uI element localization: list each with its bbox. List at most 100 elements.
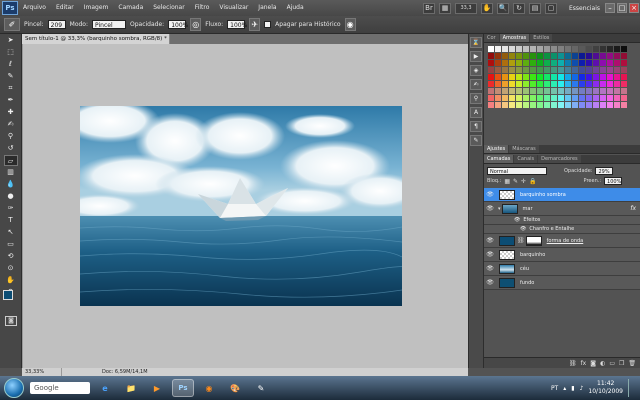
- color-swatch[interactable]: [600, 67, 606, 73]
- visibility-eye-icon[interactable]: 👁: [484, 265, 496, 272]
- color-swatch[interactable]: [593, 81, 599, 87]
- healing-brush-tool-icon[interactable]: ✚: [4, 107, 18, 118]
- color-swatch[interactable]: [614, 53, 620, 59]
- crop-tool-icon[interactable]: ⌗: [4, 83, 18, 94]
- close-button[interactable]: ×: [629, 3, 639, 13]
- minimize-button[interactable]: –: [605, 3, 615, 13]
- color-swatch[interactable]: [565, 74, 571, 80]
- color-swatch[interactable]: [530, 60, 536, 66]
- color-swatch[interactable]: [600, 81, 606, 87]
- color-swatch[interactable]: [579, 88, 585, 94]
- color-swatch[interactable]: [565, 60, 571, 66]
- color-swatch[interactable]: [509, 67, 515, 73]
- color-swatch[interactable]: [579, 46, 585, 52]
- history-brush-tool-icon[interactable]: ↺: [4, 143, 18, 154]
- color-swatch[interactable]: [614, 81, 620, 87]
- color-swatch[interactable]: [600, 88, 606, 94]
- google-search-box[interactable]: Google: [30, 382, 90, 394]
- color-swatch[interactable]: [614, 60, 620, 66]
- color-swatch[interactable]: [530, 81, 536, 87]
- hand-tool-icon-2[interactable]: ✋: [4, 275, 18, 286]
- color-swatch[interactable]: [551, 67, 557, 73]
- color-swatch[interactable]: [509, 74, 515, 80]
- media-player-taskbar-icon[interactable]: ▶: [146, 379, 168, 397]
- color-swatch[interactable]: [537, 74, 543, 80]
- color-swatch[interactable]: [621, 88, 627, 94]
- fill-field[interactable]: 100%: [604, 177, 623, 185]
- color-swatch[interactable]: [530, 102, 536, 108]
- color-swatch[interactable]: [509, 53, 515, 59]
- dodge-tool-icon[interactable]: ●: [4, 191, 18, 202]
- color-swatch[interactable]: [537, 95, 543, 101]
- bridge-icon[interactable]: Br: [423, 2, 436, 14]
- color-swatch[interactable]: [502, 95, 508, 101]
- blend-mode-select[interactable]: Normal: [487, 167, 547, 175]
- color-swatch[interactable]: [516, 46, 522, 52]
- color-swatch[interactable]: [600, 95, 606, 101]
- color-swatch[interactable]: [572, 81, 578, 87]
- color-swatch[interactable]: [551, 95, 557, 101]
- visibility-eye-icon[interactable]: 👁: [484, 191, 496, 198]
- effects-row[interactable]: 👁 Efeitos: [484, 216, 640, 225]
- color-swatch[interactable]: [586, 46, 592, 52]
- color-swatch[interactable]: [488, 95, 494, 101]
- color-swatch[interactable]: [593, 88, 599, 94]
- pressure-size-icon[interactable]: ◉: [344, 18, 356, 31]
- color-swatch[interactable]: [621, 46, 627, 52]
- color-swatch[interactable]: [530, 74, 536, 80]
- color-swatch[interactable]: [614, 67, 620, 73]
- color-swatch[interactable]: [495, 95, 501, 101]
- quick-mask-icon[interactable]: ◙: [5, 316, 17, 326]
- color-swatch[interactable]: [593, 53, 599, 59]
- color-swatch[interactable]: [544, 46, 550, 52]
- color-swatch[interactable]: [614, 102, 620, 108]
- color-swatch[interactable]: [523, 67, 529, 73]
- color-swatch[interactable]: [614, 46, 620, 52]
- color-swatch[interactable]: [600, 74, 606, 80]
- clone-source-panel-icon[interactable]: ⚲: [470, 93, 482, 104]
- 3d-orbit-tool-icon[interactable]: ⊙: [4, 263, 18, 274]
- color-swatch[interactable]: [544, 74, 550, 80]
- color-swatch[interactable]: [600, 46, 606, 52]
- color-swatch[interactable]: [621, 81, 627, 87]
- color-swatch[interactable]: [572, 67, 578, 73]
- color-swatch[interactable]: [488, 53, 494, 59]
- volume-icon[interactable]: ♪: [580, 385, 584, 392]
- lock-transparency-icon[interactable]: ▦: [504, 178, 510, 185]
- eyedropper-tool-icon[interactable]: ✒: [4, 95, 18, 106]
- layer-forma-de-onda[interactable]: 👁 ⛓ forma de onda: [484, 234, 640, 248]
- tab-mascaras[interactable]: Máscaras: [509, 145, 539, 153]
- color-swatch[interactable]: [607, 53, 613, 59]
- move-tool-icon[interactable]: ➤: [4, 35, 18, 46]
- path-selection-tool-icon[interactable]: ↖: [4, 227, 18, 238]
- layer-ceu[interactable]: 👁 céu: [484, 262, 640, 276]
- menu-janela[interactable]: Janela: [253, 0, 281, 16]
- arrange-documents-icon[interactable]: ▤: [529, 2, 542, 14]
- delete-layer-icon[interactable]: 🗑: [628, 360, 636, 367]
- color-swatch[interactable]: [614, 74, 620, 80]
- adjustment-layer-icon[interactable]: ◐: [600, 360, 605, 367]
- menu-imagem[interactable]: Imagem: [79, 0, 114, 16]
- color-swatch[interactable]: [530, 95, 536, 101]
- color-swatch[interactable]: [558, 74, 564, 80]
- color-swatch[interactable]: [565, 81, 571, 87]
- mask-link-icon[interactable]: ⛓: [517, 237, 525, 244]
- color-swatch[interactable]: [572, 88, 578, 94]
- status-zoom[interactable]: 33,33%: [22, 368, 62, 376]
- eraser-tool-preset-icon[interactable]: ✐: [4, 18, 20, 31]
- color-swatch[interactable]: [614, 88, 620, 94]
- color-swatch[interactable]: [537, 88, 543, 94]
- color-swatch[interactable]: [621, 102, 627, 108]
- color-swatch[interactable]: [586, 74, 592, 80]
- color-swatch[interactable]: [565, 53, 571, 59]
- color-swatch[interactable]: [572, 102, 578, 108]
- color-swatch[interactable]: [502, 60, 508, 66]
- start-button[interactable]: [4, 378, 24, 398]
- document-image[interactable]: [80, 106, 402, 306]
- color-swatch[interactable]: [565, 95, 571, 101]
- color-swatch[interactable]: [495, 74, 501, 80]
- color-swatch[interactable]: [586, 95, 592, 101]
- 3d-panel-icon[interactable]: ◈: [470, 65, 482, 76]
- network-icon[interactable]: ▮: [571, 385, 574, 392]
- color-swatch[interactable]: [579, 53, 585, 59]
